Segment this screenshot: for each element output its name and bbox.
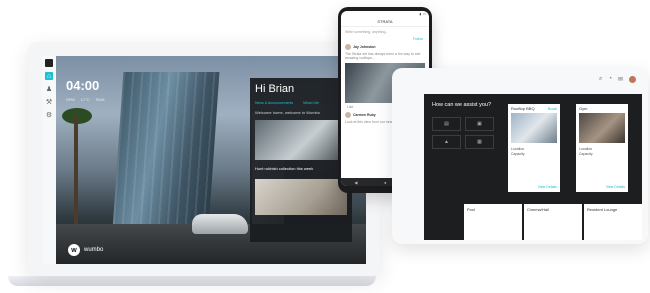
tag-mixed[interactable]: Mixed Life [303,101,319,105]
card-meta: Location Capacity [579,147,625,157]
card-detail: Capacity [579,152,593,156]
card-meta: Location Capacity [511,147,557,157]
back-icon[interactable]: ◀ [354,180,357,185]
building-image [112,72,220,228]
avatar[interactable] [629,75,636,83]
clock-widget: 04:00 SPM 17°C SWA [66,78,105,102]
facility-tile[interactable]: Cinema/Hall [524,204,582,240]
clock-time: 04:00 [66,78,100,93]
like-button[interactable]: Like [347,105,353,109]
facility-tile[interactable]: Pool [464,204,522,240]
greeting-panel: Hi Brian News & Announcements Mixed Life… [250,78,352,242]
weather-row: SPM 17°C SWA [66,97,105,102]
tablet-content: How can we assist you? ▤ ▣ ▲ ▦ Rooftop B… [424,94,642,240]
coffee-image[interactable] [255,179,347,215]
signal-icon: ▮ [419,12,422,16]
card-title: Gym [579,106,588,111]
laptop-screen: ⌂ ♟ ⚒ ⚙ 04:00 SPM 17°C SWA w wumbo Hi Br… [42,56,366,264]
laptop-sidebar: ⌂ ♟ ⚒ ⚙ [42,56,56,264]
tablet-top-bar: ⌕ ◔ ✉ [392,68,648,90]
search-icon[interactable]: ⌕ [599,76,602,83]
post-author[interactable]: Jay Johnston [353,45,376,49]
view-details-link[interactable]: View Details [538,185,557,189]
tool-icon[interactable]: ⚒ [45,98,53,106]
post-author-row: Jay Johnston [345,44,425,50]
help-option-icon[interactable]: ▦ [465,135,494,149]
rooftop-image [511,113,557,143]
facility-card[interactable]: Gym Location Capacity View Details [576,104,628,192]
user-icon[interactable]: ♟ [45,85,53,93]
help-panel: How can we assist you? ▤ ▣ ▲ ▦ [432,102,494,149]
phone-title: STRATA [341,17,429,27]
gym-image [579,113,625,143]
lounge-image[interactable] [255,120,347,160]
card-header: Rooftop BBQ Book [508,104,560,113]
weather-item: SPM [66,97,75,102]
post-item: Jay Johnston The Strata set has always b… [345,44,425,60]
tablet: ⌕ ◔ ✉ How can we assist you? ▤ ▣ ▲ ▦ Roo… [392,68,648,244]
tag-news[interactable]: News & Announcements [255,101,293,105]
laptop-base [8,276,376,286]
card-detail: Capacity [511,152,525,156]
settings-icon[interactable]: ⚙ [45,111,53,119]
help-option-icon[interactable]: ▤ [432,117,461,131]
weather-item: 17°C [80,97,90,102]
tag-row: News & Announcements Mixed Life [255,101,347,105]
app-logo-icon [45,59,53,67]
card-header: Gym [576,104,628,113]
device-showcase: ⌂ ♟ ⚒ ⚙ 04:00 SPM 17°C SWA w wumbo Hi Br… [0,0,650,293]
help-grid: ▤ ▣ ▲ ▦ [432,117,494,149]
brand-mark-icon: w [68,244,80,256]
follow-button[interactable]: Follow [341,37,423,41]
help-option-icon[interactable]: ▲ [432,135,461,149]
book-link[interactable]: Book [548,106,557,111]
brand-logo: w wumbo [68,244,103,256]
bell-icon[interactable]: ◔ [608,76,612,82]
palm-trunk-image [74,116,78,226]
help-option-icon[interactable]: ▣ [465,117,494,131]
home-icon[interactable]: ⌂ [45,72,53,80]
help-title: How can we assist you? [432,102,491,108]
greeting-title: Hi Brian [255,83,295,95]
brand-name: wumbo [84,247,104,253]
avatar[interactable] [345,44,351,50]
laptop-hero: 04:00 SPM 17°C SWA w wumbo Hi Brian News… [56,56,366,264]
post-body: The Strata set has always been a fun way… [345,52,421,60]
facility-tile[interactable]: Resident Lounge [584,204,642,240]
laptop: ⌂ ♟ ⚒ ⚙ 04:00 SPM 17°C SWA w wumbo Hi Br… [28,42,380,276]
article-caption[interactable]: Hunt rubbish collection this week [255,166,347,171]
battery-icon: ▭ [423,12,426,16]
facility-row: Pool Cinema/Hall Resident Lounge [424,204,642,240]
weather-item: SWA [95,97,105,102]
view-details-link[interactable]: View Details [606,185,625,189]
car-image [192,214,248,234]
card-title: Rooftop BBQ [511,106,535,111]
welcome-text: Welcome home, welcome to Wumbo [255,110,320,115]
facility-card[interactable]: Rooftop BBQ Book Location Capacity View … [508,104,560,192]
compose-input[interactable]: Write something, anything... [345,30,425,34]
home-nav-icon[interactable]: ● [384,180,386,185]
avatar[interactable] [345,112,351,118]
post-author[interactable]: Carmen Ruby [353,113,376,117]
chat-icon[interactable]: ✉ [618,76,623,83]
